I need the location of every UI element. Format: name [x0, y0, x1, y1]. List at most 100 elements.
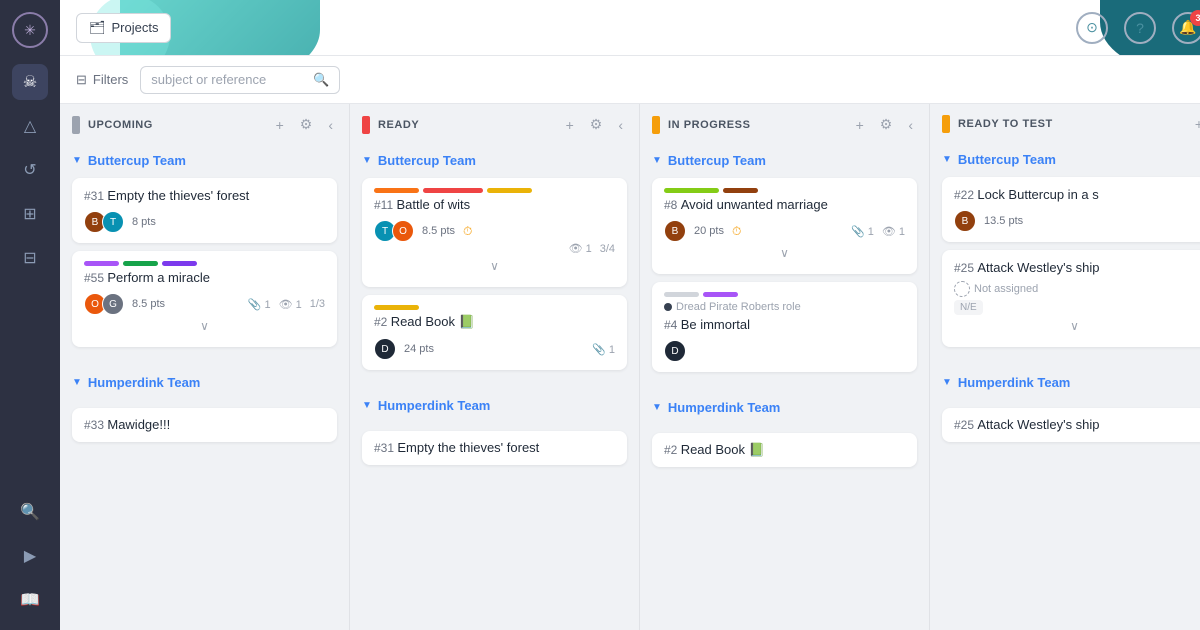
notification-button[interactable]: 🔔 3 [1172, 12, 1200, 44]
clip-icon: 📎 1 [248, 298, 271, 311]
tag [723, 188, 758, 193]
expand-card-button[interactable]: ∨ [374, 255, 615, 277]
settings-ready-button[interactable]: ⚙ [586, 114, 607, 135]
sidebar-item-search[interactable]: 🔍 [12, 494, 48, 530]
grid-icon: ⊞ [23, 204, 36, 224]
card-25-rtt-hump: #25 Attack Westley's ship [942, 408, 1200, 442]
card-tags [84, 261, 325, 266]
team-header-humperdink-ready[interactable]: ▼ Humperdink Team [362, 394, 627, 417]
card-meta: 📎 1 [592, 343, 615, 356]
card-4-progress: Dread Pirate Roberts role #4 Be immortal… [652, 282, 917, 372]
subtoolbar: ⊟ Filters subject or reference 🔍 [60, 56, 1200, 104]
avatar: T [102, 211, 124, 233]
filter-label: Filters [93, 72, 128, 87]
expand-card-button[interactable]: ∨ [664, 242, 905, 264]
card-bottom: D 24 pts 📎 1 [374, 338, 615, 360]
collapse-in-progress-button[interactable]: ‹ [904, 115, 917, 135]
not-assigned-circle [954, 281, 970, 297]
eye-icon: 👁 1 [279, 298, 302, 311]
app-logo[interactable]: ✳ [12, 12, 48, 48]
card-title: Attack Westley's ship [977, 417, 1099, 432]
chevron-down-icon: ▼ [362, 400, 372, 411]
filter-icon: ⊟ [76, 72, 87, 88]
projects-label: Projects [112, 20, 159, 35]
expand-card-button[interactable]: ∨ [84, 315, 325, 337]
book-icon: 📖 [20, 590, 40, 610]
card-id: #8 Avoid unwanted marriage [664, 197, 905, 212]
filter-button[interactable]: ⊟ Filters [76, 72, 128, 88]
team-header-humperdink-progress[interactable]: ▼ Humperdink Team [652, 396, 917, 419]
card-id: #55 Perform a miracle [84, 270, 325, 285]
column-header-upcoming: UPCOMING + ⚙ ‹ [60, 104, 349, 145]
add-upcoming-button[interactable]: + [272, 115, 288, 135]
collapse-ready-button[interactable]: ‹ [614, 115, 627, 135]
team-header-buttercup-ready[interactable]: ▼ Buttercup Team [362, 149, 627, 172]
chevron-down-icon: ▼ [362, 155, 372, 166]
card-bottom: B T 8 pts [84, 211, 325, 233]
sidebar-item-video[interactable]: ▶ [12, 538, 48, 574]
card-bottom: B 13.5 pts [954, 210, 1195, 232]
ne-badge: N/E [954, 300, 983, 315]
settings-upcoming-button[interactable]: ⚙ [296, 114, 317, 135]
expand-card-button[interactable]: ∨ [954, 315, 1195, 337]
team-name-buttercup: Buttercup Team [88, 153, 186, 168]
card-points: 8 pts [132, 216, 156, 228]
role-tag [664, 292, 699, 297]
team-group-humperdink-upcoming: ▼ Humperdink Team #33 Mawidge!!! [60, 363, 349, 442]
search-bar[interactable]: subject or reference 🔍 [140, 66, 340, 94]
projects-button[interactable]: 🗂 Projects [76, 13, 171, 43]
compass-button[interactable]: ⊙ [1076, 12, 1108, 44]
humperdink-row-rtt: ▼ Humperdink Team [930, 363, 1200, 402]
card-meta: 📎 1 👁 1 [851, 225, 905, 238]
compass-icon: ⊙ [1086, 19, 1098, 36]
video-icon: ▶ [24, 546, 36, 566]
status-bar-upcoming [72, 116, 80, 134]
sidebar-item-triangle[interactable]: △ [12, 108, 48, 144]
card-31-ready-hump: #31 Empty the thieves' forest [362, 431, 627, 465]
clip-icon: 📎 1 [851, 225, 874, 238]
team-header-humperdink-upcoming[interactable]: ▼ Humperdink Team [72, 371, 337, 394]
card-bottom: D [664, 340, 905, 362]
column-ready: READY + ⚙ ‹ ▼ Buttercup Team [350, 104, 640, 630]
card-avatars: B [954, 210, 976, 232]
card-id: #31 [374, 441, 397, 455]
cards-progress-buttercup: #8 Avoid unwanted marriage B 20 pts ⏱ 📎 … [640, 174, 929, 376]
add-rtt-button[interactable]: + [1191, 114, 1200, 134]
cards-ready-buttercup: #11 Battle of wits T O 8.5 pts ⏱ 👁 1 3/4… [350, 174, 639, 374]
card-id: #22 Lock Buttercup in a s [954, 187, 1195, 202]
bookmark-icon: ⊟ [23, 248, 36, 268]
add-in-progress-button[interactable]: + [852, 115, 868, 135]
role-tags-row [664, 292, 905, 297]
team-name: Humperdink Team [378, 398, 490, 413]
sidebar-item-bookmark[interactable]: ⊟ [12, 240, 48, 276]
tag [664, 188, 719, 193]
chevron-down-icon: ▼ [652, 402, 662, 413]
card-title: Empty the thieves' forest [397, 440, 539, 455]
add-ready-button[interactable]: + [562, 115, 578, 135]
folder-icon: 🗂 [89, 20, 106, 36]
card-avatars: O G [84, 293, 124, 315]
collapse-upcoming-button[interactable]: ‹ [324, 115, 337, 135]
team-header-buttercup-rtt[interactable]: ▼ Buttercup Team [942, 148, 1200, 171]
card-bottom: B 20 pts ⏱ 📎 1 👁 1 [664, 220, 905, 242]
sidebar-item-history[interactable]: ↺ [12, 152, 48, 188]
card-33-upcoming: #33 Mawidge!!! [72, 408, 337, 442]
card-8-progress: #8 Avoid unwanted marriage B 20 pts ⏱ 📎 … [652, 178, 917, 274]
team-header-buttercup-progress[interactable]: ▼ Buttercup Team [652, 149, 917, 172]
column-title-in-progress: IN PROGRESS [668, 119, 844, 131]
sidebar-item-grid[interactable]: ⊞ [12, 196, 48, 232]
card-tags [374, 188, 615, 193]
eye-icon: 👁 1 [882, 225, 905, 238]
settings-in-progress-button[interactable]: ⚙ [876, 114, 897, 135]
team-header-buttercup-upcoming[interactable]: ▼ Buttercup Team [72, 149, 337, 172]
team-header-humperdink-rtt[interactable]: ▼ Humperdink Team [942, 371, 1200, 394]
card-tags [664, 188, 905, 193]
sidebar-item-pirate[interactable]: ☠ [12, 64, 48, 100]
card-meta: 📎 1 👁 1 1/3 [248, 298, 325, 311]
card-id: #25 [954, 418, 977, 432]
triangle-icon: △ [24, 116, 36, 136]
help-button[interactable]: ? [1124, 12, 1156, 44]
team-name: Buttercup Team [958, 152, 1056, 167]
card-avatars: D [374, 338, 396, 360]
sidebar-item-book[interactable]: 📖 [12, 582, 48, 618]
